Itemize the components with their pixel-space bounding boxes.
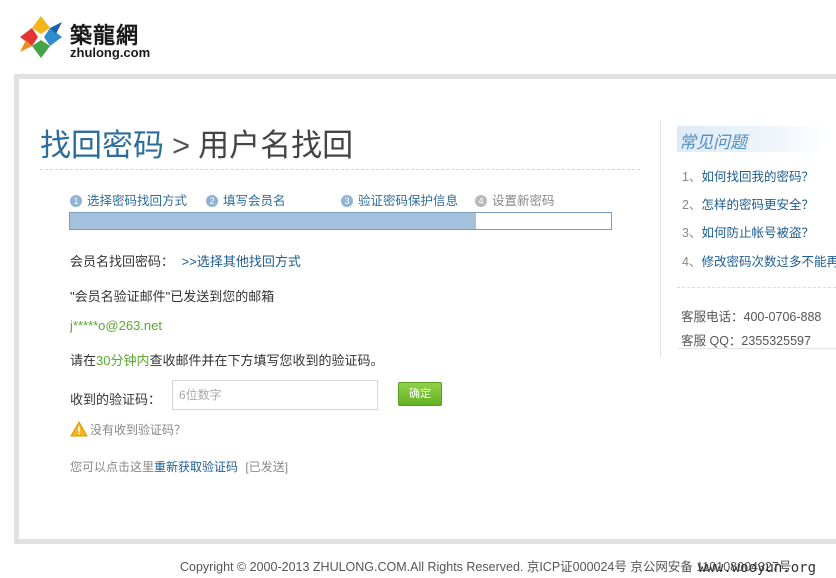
instruction-post: 查收邮件并在下方填写您收到的验证码。 — [149, 353, 384, 368]
title-divider — [40, 169, 640, 170]
faq-index: 4、 — [682, 255, 702, 269]
faq-question[interactable]: 修改密码次数过多不能再改 — [701, 255, 836, 269]
logo-english-text: zhulong.com — [70, 45, 151, 60]
site-logo[interactable]: 築龍網 zhulong.com — [18, 14, 158, 64]
faq-index: 3、 — [682, 226, 702, 240]
step-4-number: 4 — [475, 195, 487, 207]
method-label: 会员名找回密码： — [70, 254, 175, 269]
step-4: 4 设置新密码 — [475, 190, 555, 209]
qq-label: 客服 QQ： — [681, 334, 742, 348]
step-4-label: 设置新密码 — [492, 194, 555, 208]
warning-icon — [70, 421, 88, 437]
faq-item-3[interactable]: 3、如何防止帐号被盗？ — [682, 222, 814, 241]
not-received-text[interactable]: 没有收到验证码？ — [90, 423, 186, 437]
sidebar-divider — [660, 120, 661, 358]
qq-number: 2355325597 — [741, 334, 811, 348]
progress-fill — [70, 213, 476, 229]
faq-title: 常见问题 — [679, 133, 747, 152]
step-2-number: 2 — [206, 195, 218, 207]
faq-index: 1、 — [682, 170, 702, 184]
step-1-number: 1 — [70, 195, 82, 207]
sidebar-dashed-divider — [677, 287, 836, 288]
verification-code-input[interactable] — [172, 380, 378, 410]
progress-bar — [69, 212, 612, 230]
faq-item-2[interactable]: 2、怎样的密码更安全？ — [682, 194, 814, 213]
step-3-number: 3 — [341, 195, 353, 207]
instruction-pre: 请在 — [70, 353, 97, 368]
step-2-label: 填写会员名 — [223, 194, 286, 208]
logo-mark-icon — [20, 16, 62, 58]
faq-item-1[interactable]: 1、如何找回我的密码？ — [682, 166, 814, 185]
not-received-hint: 没有收到验证码？ — [70, 421, 186, 438]
confirm-button[interactable]: 确定 — [398, 382, 442, 406]
step-3: 3 验证密码保护信息 — [341, 190, 458, 209]
watermark: www.wooyun.org — [698, 560, 817, 576]
method-row: 会员名找回密码： >>选择其他找回方式 — [70, 251, 301, 270]
sent-message: "会员名验证邮件"已发送到您的邮箱 — [70, 289, 275, 304]
resend-code-link[interactable]: 重新获取验证码 — [154, 460, 238, 474]
faq-question[interactable]: 怎样的密码更安全？ — [701, 198, 814, 212]
service-phone: 客服电话：400-0706-888 — [681, 306, 821, 325]
sidebar-bottom-line — [677, 348, 836, 349]
step-2: 2 填写会员名 — [206, 190, 286, 209]
resend-row: 您可以点击这里重新获取验证码 [已发送] — [70, 458, 288, 475]
page-title-sub: 用户名找回 — [198, 128, 354, 163]
step-3-label: 验证密码保护信息 — [358, 194, 459, 208]
faq-question[interactable]: 如何找回我的密码？ — [701, 170, 814, 184]
page-title-main: 找回密码 — [40, 128, 164, 163]
other-methods-link[interactable]: >>选择其他找回方式 — [182, 254, 301, 269]
masked-email: j*****o@263.net — [70, 318, 162, 333]
phone-label: 客服电话： — [681, 310, 744, 324]
step-1-label: 选择密码找回方式 — [87, 194, 188, 208]
code-label: 收到的验证码： — [70, 392, 162, 407]
faq-question[interactable]: 如何防止帐号被盗？ — [701, 226, 814, 240]
step-1: 1 选择密码找回方式 — [70, 190, 187, 209]
resend-pre: 您可以点击这里 — [70, 460, 155, 474]
instruction-time: 30分钟内 — [96, 353, 150, 368]
faq-header: 常见问题 — [677, 126, 827, 152]
service-qq: 客服 QQ：2355325597 — [681, 330, 811, 349]
instruction-text: 请在30分钟内查收邮件并在下方填写您收到的验证码。 — [70, 350, 384, 369]
title-separator: > — [172, 128, 191, 163]
faq-index: 2、 — [682, 198, 702, 212]
resend-status: [已发送] — [245, 460, 289, 474]
phone-number: 400-0706-888 — [743, 310, 822, 324]
faq-item-4[interactable]: 4、修改密码次数过多不能再改 — [682, 251, 836, 270]
page-title: 找回密码 > 用户名找回 — [40, 120, 353, 165]
